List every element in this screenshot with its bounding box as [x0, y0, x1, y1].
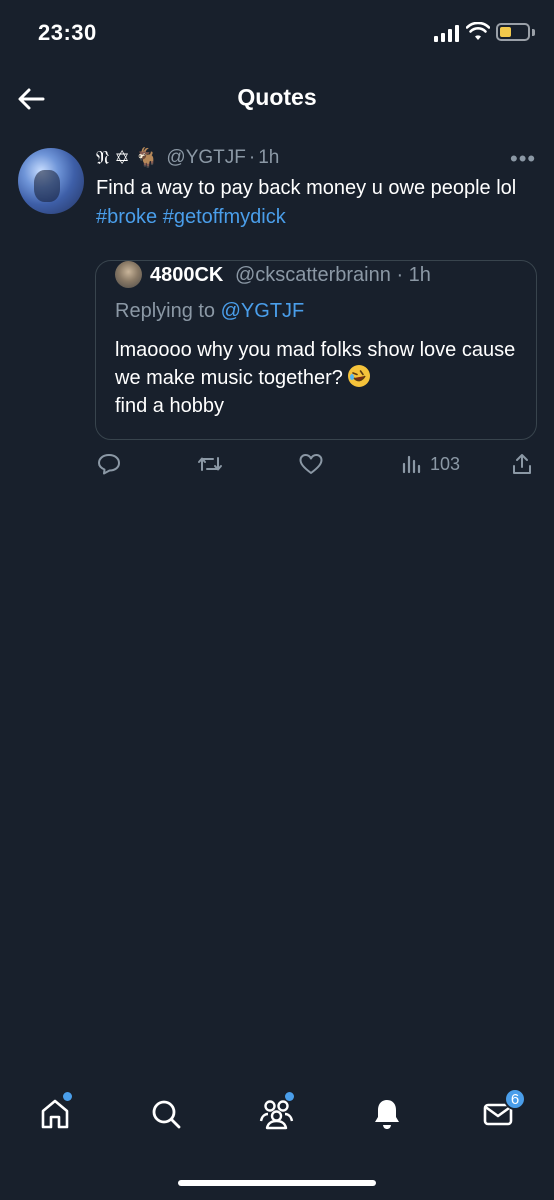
- handle[interactable]: @YGTJF: [166, 147, 245, 169]
- communities-icon: [259, 1100, 294, 1130]
- views-count: 103: [430, 453, 461, 474]
- home-indicator[interactable]: [178, 1180, 376, 1186]
- status-bar: 23:30: [0, 0, 554, 66]
- messages-badge: 6: [504, 1088, 526, 1110]
- nav-messages[interactable]: 6: [478, 1088, 526, 1134]
- share-button[interactable]: [510, 452, 534, 476]
- more-button[interactable]: •••: [510, 146, 536, 172]
- battery-icon: [496, 23, 530, 41]
- rofl-emoji-icon: [348, 365, 371, 387]
- search-icon: [152, 1100, 181, 1129]
- hashtag-link[interactable]: #getoffmydick: [163, 206, 286, 228]
- replying-prefix: Replying to: [115, 300, 216, 322]
- quote-display-name[interactable]: 4800CK: [150, 264, 223, 286]
- quote-text: lmaoooo why you mad folks show love caus…: [115, 336, 525, 420]
- tweet-actions: 103: [0, 452, 554, 482]
- screen: 23:30 Quotes 𝔑 ✡ 🐐 @YGTJF · 1h ••• Find …: [0, 0, 554, 1200]
- reply-button[interactable]: [96, 452, 122, 476]
- like-button[interactable]: [298, 452, 324, 476]
- retweet-button[interactable]: [196, 452, 224, 476]
- quote-header: 4800CK @ckscatterbrainn · 1h: [150, 264, 431, 287]
- nav-search[interactable]: [146, 1094, 186, 1134]
- avatar[interactable]: [18, 148, 84, 214]
- separator: ·: [248, 146, 256, 168]
- reply-icon: [98, 454, 120, 475]
- page-title: Quotes: [237, 84, 317, 110]
- share-icon: [513, 454, 531, 474]
- timestamp: 1h: [258, 146, 280, 168]
- display-name[interactable]: 𝔑 ✡ 🐐: [96, 146, 158, 169]
- tweet-text-body: Find a way to pay back money u owe peopl…: [96, 177, 517, 199]
- quote-avatar[interactable]: [115, 261, 142, 288]
- communities-notification-dot: [285, 1092, 294, 1101]
- quote-timestamp: 1h: [408, 264, 431, 286]
- tweet-header: 𝔑 ✡ 🐐 @YGTJF · 1h: [96, 146, 280, 170]
- nav-notifications[interactable]: [367, 1094, 407, 1134]
- status-time: 23:30: [38, 20, 97, 45]
- quote-separator: ·: [396, 264, 404, 286]
- battery-tip: [532, 29, 535, 36]
- header: Quotes: [0, 66, 554, 130]
- notifications-icon: [375, 1100, 399, 1129]
- signal-icon: [434, 24, 460, 42]
- views-icon: [402, 455, 421, 474]
- wifi-icon: [466, 22, 490, 40]
- replying-to: Replying to @YGTJF: [115, 300, 304, 323]
- nav-home[interactable]: [35, 1092, 75, 1134]
- bottom-nav: 6: [0, 1082, 554, 1144]
- home-notification-dot: [63, 1092, 72, 1101]
- quote-text-tail: find a hobby: [115, 395, 224, 417]
- hashtag-link[interactable]: #broke: [96, 206, 157, 228]
- like-icon: [299, 454, 323, 474]
- home-icon: [41, 1099, 69, 1129]
- nav-communities[interactable]: [257, 1092, 297, 1134]
- tweet-text: Find a way to pay back money u owe peopl…: [96, 174, 536, 232]
- quote-text-body: lmaoooo why you mad folks show love caus…: [115, 339, 516, 389]
- retweet-icon: [198, 457, 222, 471]
- mention-link[interactable]: @YGTJF: [221, 300, 305, 322]
- views-button[interactable]: 103: [400, 452, 460, 476]
- quote-handle[interactable]: @ckscatterbrainn: [235, 264, 391, 286]
